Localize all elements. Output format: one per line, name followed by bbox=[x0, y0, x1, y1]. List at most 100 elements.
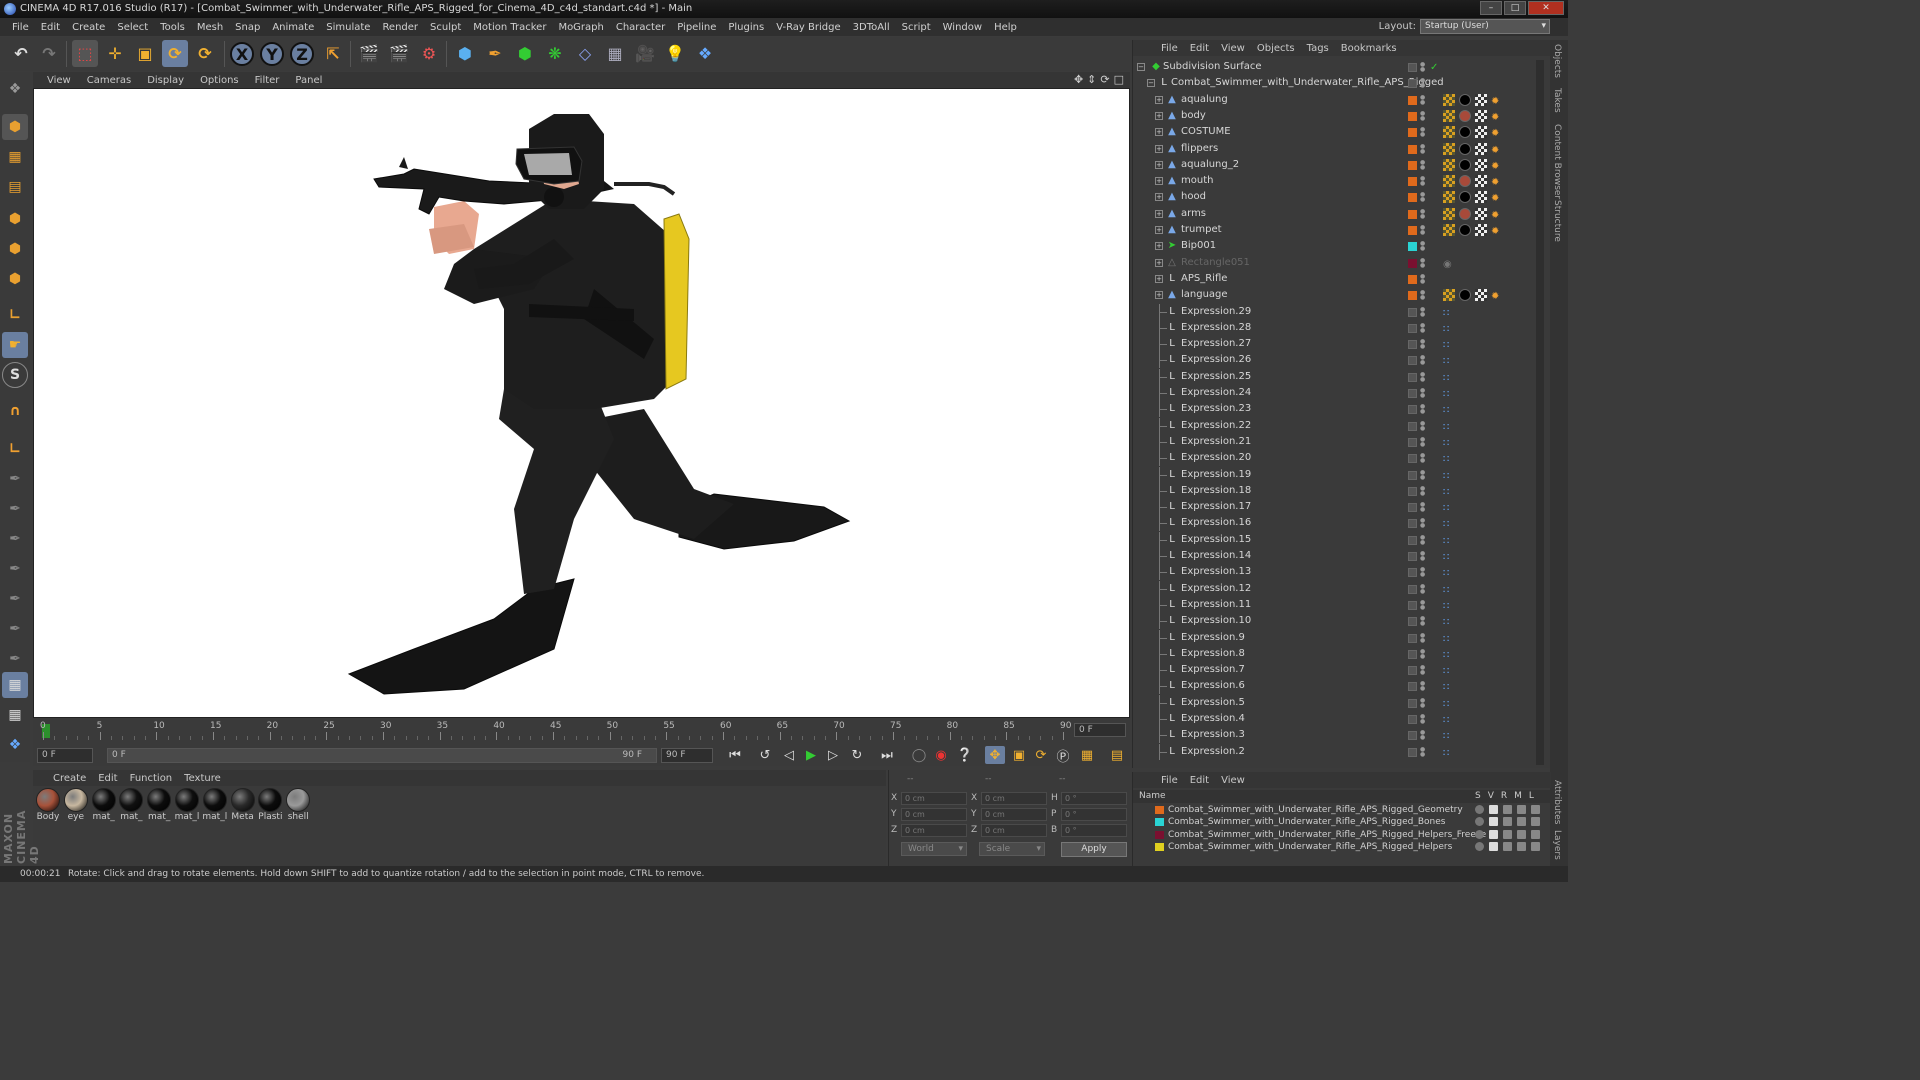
viewport-menu-view[interactable]: View bbox=[39, 75, 79, 86]
visibility-dots-icon[interactable]: ● ● bbox=[1420, 534, 1426, 545]
uvw-tag-icon[interactable] bbox=[1475, 289, 1487, 302]
solo-toggle-icon[interactable] bbox=[1475, 829, 1484, 839]
menu-sculpt[interactable]: Sculpt bbox=[424, 22, 467, 33]
layer-menu-view[interactable]: View bbox=[1215, 775, 1251, 786]
layer-color-swatch[interactable] bbox=[1408, 715, 1417, 724]
xpresso-tag-icon[interactable]: ∷ bbox=[1443, 371, 1455, 384]
undo-icon[interactable]: ↶ bbox=[8, 40, 34, 67]
uvw-tag-icon[interactable] bbox=[1475, 93, 1487, 106]
key-pla-icon[interactable]: ▦ bbox=[1077, 746, 1097, 764]
coord-value-field[interactable]: 0 ° bbox=[1061, 824, 1127, 837]
visibility-dots-icon[interactable]: ● ● bbox=[1420, 453, 1426, 464]
edges-mode-icon[interactable]: ⬢ bbox=[2, 236, 28, 262]
visibility-dots-icon[interactable]: ● ● bbox=[1420, 110, 1426, 121]
viewport-menu-filter[interactable]: Filter bbox=[247, 75, 288, 86]
subdivision-generator-icon[interactable]: ⬢ bbox=[512, 40, 538, 67]
layer-color-swatch[interactable] bbox=[1408, 128, 1417, 138]
solo-toggle-icon[interactable] bbox=[1475, 805, 1484, 814]
sculpt-brush-icon[interactable]: ✒ bbox=[2, 466, 28, 492]
object-row[interactable]: L Expression.8 ● ● ∷ bbox=[1133, 645, 1537, 662]
visibility-dots-icon[interactable]: ● ● bbox=[1420, 208, 1426, 219]
xpresso-tag-icon[interactable]: ∷ bbox=[1443, 746, 1455, 759]
object-row[interactable]: + ▲ mouth ● ● ✹ bbox=[1133, 173, 1537, 189]
xpresso-tag-icon[interactable]: ∷ bbox=[1443, 713, 1455, 726]
layer-row[interactable]: Combat_Swimmer_with_Underwater_Rifle_APS… bbox=[1133, 804, 1551, 816]
render-toggle-icon[interactable] bbox=[1503, 817, 1512, 827]
layer-color-swatch[interactable] bbox=[1155, 806, 1164, 814]
manager-toggle-icon[interactable] bbox=[1517, 805, 1526, 814]
material-tag-icon[interactable] bbox=[1459, 142, 1471, 155]
expand-toggle-icon[interactable]: + bbox=[1155, 274, 1163, 283]
visibility-dots-icon[interactable]: ● ● bbox=[1420, 176, 1426, 187]
paint-brush-icon[interactable]: ✒ bbox=[2, 496, 28, 522]
visibility-dots-icon[interactable]: ● ● bbox=[1420, 355, 1426, 366]
weight-tag-icon[interactable]: ✹ bbox=[1491, 110, 1503, 123]
coord-value-field[interactable]: 0 cm bbox=[981, 792, 1047, 805]
visibility-dots-icon[interactable]: ● ● bbox=[1420, 143, 1426, 154]
axis-locking-icon[interactable]: ∟ bbox=[2, 436, 28, 462]
move-icon[interactable]: ✛ bbox=[102, 40, 128, 67]
object-tree[interactable]: − ◆ Subdivision Surface ● ● ✓ − L Combat_Swimmer… bbox=[1133, 59, 1551, 764]
render-toggle-icon[interactable] bbox=[1503, 841, 1512, 851]
uvw-tag-icon[interactable] bbox=[1475, 158, 1487, 171]
object-row[interactable]: + ▲ language ● ● ✹ bbox=[1133, 287, 1537, 303]
tab-takes[interactable]: Takes bbox=[1552, 88, 1562, 113]
material-swatch[interactable]: mat_ bbox=[146, 788, 172, 822]
visibility-dots-icon[interactable]: ● ● bbox=[1420, 697, 1426, 708]
object-row[interactable]: + L APS_Rifle ● ● bbox=[1133, 271, 1537, 287]
tab-attributes[interactable]: Attributes bbox=[1552, 780, 1562, 824]
visibility-dots-icon[interactable]: ● ● bbox=[1420, 567, 1426, 578]
layer-color-swatch[interactable] bbox=[1408, 617, 1417, 627]
phong-tag-icon[interactable] bbox=[1443, 142, 1455, 155]
range-slider[interactable]: 0 F 90 F bbox=[107, 748, 657, 763]
phong-tag-icon[interactable] bbox=[1443, 109, 1455, 122]
layer-color-swatch[interactable] bbox=[1408, 698, 1417, 708]
solo-toggle-icon[interactable] bbox=[1475, 841, 1484, 851]
enabled-check-icon[interactable]: ✓ bbox=[1430, 60, 1438, 76]
object-row[interactable]: L Expression.28 ● ● ∷ bbox=[1133, 319, 1537, 336]
close-icon[interactable]: ✕ bbox=[1528, 1, 1564, 15]
object-row[interactable]: + ▲ arms ● ● ✹ bbox=[1133, 206, 1537, 222]
tab-objects[interactable]: Objects bbox=[1552, 44, 1562, 78]
menu-plugins[interactable]: Plugins bbox=[722, 22, 770, 33]
layer-color-swatch[interactable] bbox=[1408, 503, 1417, 513]
expand-toggle-icon[interactable]: + bbox=[1155, 193, 1163, 202]
menu-3dtoall[interactable]: 3DToAll bbox=[847, 22, 896, 33]
coordinate-system-icon[interactable]: ⇱ bbox=[320, 40, 346, 67]
layer-color-swatch[interactable] bbox=[1408, 552, 1417, 561]
object-row[interactable]: L Expression.20 ● ● ∷ bbox=[1133, 450, 1537, 467]
pen-spline-icon[interactable]: ✒ bbox=[482, 40, 508, 67]
object-row[interactable]: − ◆ Subdivision Surface ● ● ✓ bbox=[1133, 59, 1537, 75]
object-row[interactable]: L Expression.24 ● ● ∷ bbox=[1133, 385, 1537, 401]
layer-color-swatch[interactable] bbox=[1408, 372, 1417, 382]
object-row[interactable]: L Expression.10 ● ● ∷ bbox=[1133, 613, 1537, 630]
object-row[interactable]: + ▲ aqualung ● ● ✹ bbox=[1133, 92, 1537, 108]
tab-content-browser[interactable]: Content Browser bbox=[1552, 124, 1562, 199]
layer-menu-file[interactable]: File bbox=[1155, 775, 1184, 786]
snap-magnet-icon[interactable]: ∩ bbox=[2, 398, 28, 424]
recent-tools-icon[interactable]: ⟳ bbox=[192, 40, 218, 67]
solo-toggle-icon[interactable] bbox=[1475, 817, 1484, 827]
menu-v-ray-bridge[interactable]: V-Ray Bridge bbox=[770, 22, 846, 33]
xpresso-tag-icon[interactable]: ∷ bbox=[1443, 469, 1455, 482]
object-row[interactable]: L Expression.4 ● ● ∷ bbox=[1133, 711, 1537, 727]
3d-viewport[interactable] bbox=[33, 88, 1130, 718]
render-view-icon[interactable]: 🎬 bbox=[356, 40, 382, 67]
layer-color-swatch[interactable] bbox=[1408, 666, 1417, 676]
expand-toggle-icon[interactable]: + bbox=[1155, 226, 1163, 234]
menu-mesh[interactable]: Mesh bbox=[191, 22, 229, 33]
uvw-tag-icon[interactable] bbox=[1475, 126, 1487, 139]
tab-structure[interactable]: Structure bbox=[1552, 200, 1562, 242]
layer-color-swatch[interactable] bbox=[1408, 323, 1417, 333]
layer-color-swatch[interactable] bbox=[1408, 568, 1417, 578]
object-row[interactable]: L Expression.6 ● ● ∷ bbox=[1133, 678, 1537, 695]
array-generator-icon[interactable]: ❋ bbox=[542, 40, 568, 67]
object-row[interactable]: L Expression.7 ● ● ∷ bbox=[1133, 662, 1537, 679]
viewport-menu-cameras[interactable]: Cameras bbox=[79, 75, 139, 86]
visibility-dots-icon[interactable]: ● ● bbox=[1420, 78, 1426, 89]
points-mode-icon[interactable]: ⬢ bbox=[2, 206, 28, 232]
coord-value-field[interactable]: 0 cm bbox=[901, 824, 967, 837]
layer-menu-edit[interactable]: Edit bbox=[1184, 775, 1215, 786]
material-menu-texture[interactable]: Texture bbox=[178, 773, 227, 784]
visibility-dots-icon[interactable]: ● ● bbox=[1420, 388, 1426, 399]
